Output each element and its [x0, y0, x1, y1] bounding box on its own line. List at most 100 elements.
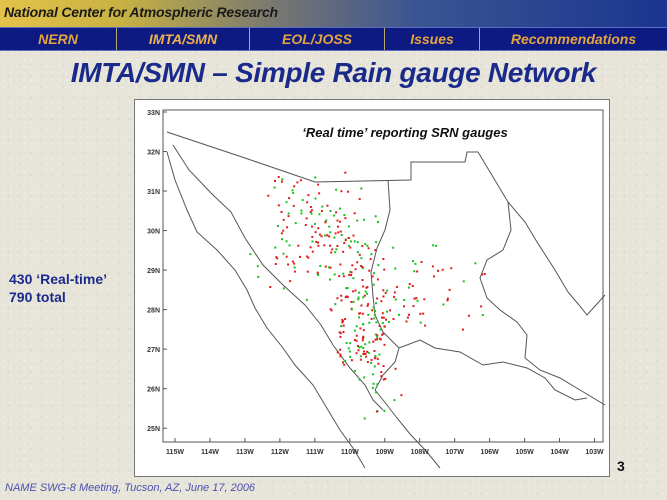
station-dot [329, 210, 332, 212]
station-dot [375, 241, 378, 244]
station-dot [372, 340, 375, 343]
station-dot [371, 386, 374, 389]
station-dot [380, 300, 383, 303]
station-dot [317, 227, 320, 230]
zacatecas-border [524, 357, 606, 406]
station-dot [420, 261, 423, 263]
station-dot [362, 335, 365, 338]
station-dot [330, 251, 333, 254]
station-dot [362, 296, 365, 299]
station-markers [249, 171, 486, 420]
station-dot [372, 373, 375, 376]
station-dot [335, 188, 338, 191]
nav-item-eol-joss[interactable]: EOL/JOSS [250, 28, 385, 50]
station-dot [309, 246, 312, 249]
station-dot [386, 310, 388, 313]
lat-label: 27N [147, 347, 160, 354]
station-dot [300, 212, 303, 215]
station-dot [358, 378, 361, 381]
station-dot [358, 291, 361, 294]
station-dot [287, 215, 290, 218]
station-count-note: 430 ‘Real-time’ 790 total [9, 270, 107, 306]
station-dot [339, 332, 342, 335]
station-dot [358, 316, 360, 319]
lon-label: 103W [585, 449, 604, 456]
boundaries [166, 131, 606, 469]
station-dot [257, 275, 260, 278]
station-dot [307, 194, 310, 197]
baja-coastline [166, 151, 366, 469]
station-dot [389, 309, 392, 312]
station-dot [329, 278, 331, 281]
station-dot [337, 231, 340, 234]
station-dot [380, 375, 383, 378]
station-dot [292, 191, 295, 194]
station-dot [306, 270, 309, 273]
nav-item-recommendations[interactable]: Recommendations [480, 28, 667, 50]
station-dot [249, 253, 252, 256]
station-dot [360, 304, 363, 307]
station-dot [341, 319, 344, 321]
station-dot [405, 320, 408, 323]
top-banner: National Center for Atmospheric Research [0, 0, 667, 27]
nav-item-issues[interactable]: Issues [385, 28, 480, 50]
station-dot [342, 331, 345, 333]
station-dot [481, 314, 484, 316]
station-dot [287, 212, 290, 215]
station-dot [366, 292, 368, 295]
lon-label: 113W [236, 449, 254, 456]
station-dot [385, 318, 387, 321]
station-dot [393, 399, 396, 402]
station-dot [344, 296, 347, 299]
station-dot [326, 234, 329, 237]
station-dot [363, 218, 366, 221]
station-dot [347, 237, 350, 239]
station-dot [359, 355, 362, 358]
station-dot [350, 274, 353, 276]
station-dot [467, 314, 470, 317]
station-dot [288, 244, 291, 247]
coahuila-border [479, 201, 528, 359]
station-dot [325, 219, 328, 222]
station-dot [333, 214, 336, 217]
station-dot [311, 250, 314, 253]
station-dot [336, 219, 339, 222]
station-dot [350, 301, 353, 303]
footer-text: NAME SWG-8 Meeting, Tucson, AZ, June 17,… [5, 482, 256, 494]
station-dot [361, 339, 364, 342]
station-dot [364, 290, 367, 293]
station-dot [344, 318, 347, 320]
station-dot [407, 313, 410, 316]
station-dot [335, 248, 338, 251]
station-dot [462, 280, 465, 283]
station-dot [311, 240, 314, 243]
station-dot [339, 335, 342, 338]
station-dot [394, 367, 397, 370]
station-dot [356, 241, 359, 244]
station-dot [353, 240, 356, 243]
lon-label: 106W [480, 449, 499, 456]
station-dot [282, 229, 285, 232]
station-dot [317, 241, 319, 244]
station-dot [310, 209, 313, 212]
map-caption: ‘Real time’ reporting SRN gauges [302, 125, 507, 140]
station-dot [340, 294, 343, 297]
lat-label: 31N [147, 189, 160, 196]
station-dot [372, 283, 375, 286]
station-dot [356, 251, 359, 254]
station-dot [293, 262, 296, 265]
station-dot [367, 247, 370, 250]
station-dot [400, 394, 403, 397]
station-dot [274, 263, 277, 265]
station-dot [373, 350, 376, 352]
station-dot [360, 187, 363, 190]
nav-item-nern[interactable]: NERN [0, 28, 117, 50]
station-dot [274, 179, 276, 182]
station-dot [342, 250, 345, 253]
station-dot [318, 192, 321, 195]
station-dot [336, 351, 339, 354]
station-dot [419, 312, 422, 315]
station-dot [348, 350, 351, 353]
station-dot [314, 231, 317, 234]
nav-item-imta-smn[interactable]: IMTA/SMN [117, 28, 250, 50]
